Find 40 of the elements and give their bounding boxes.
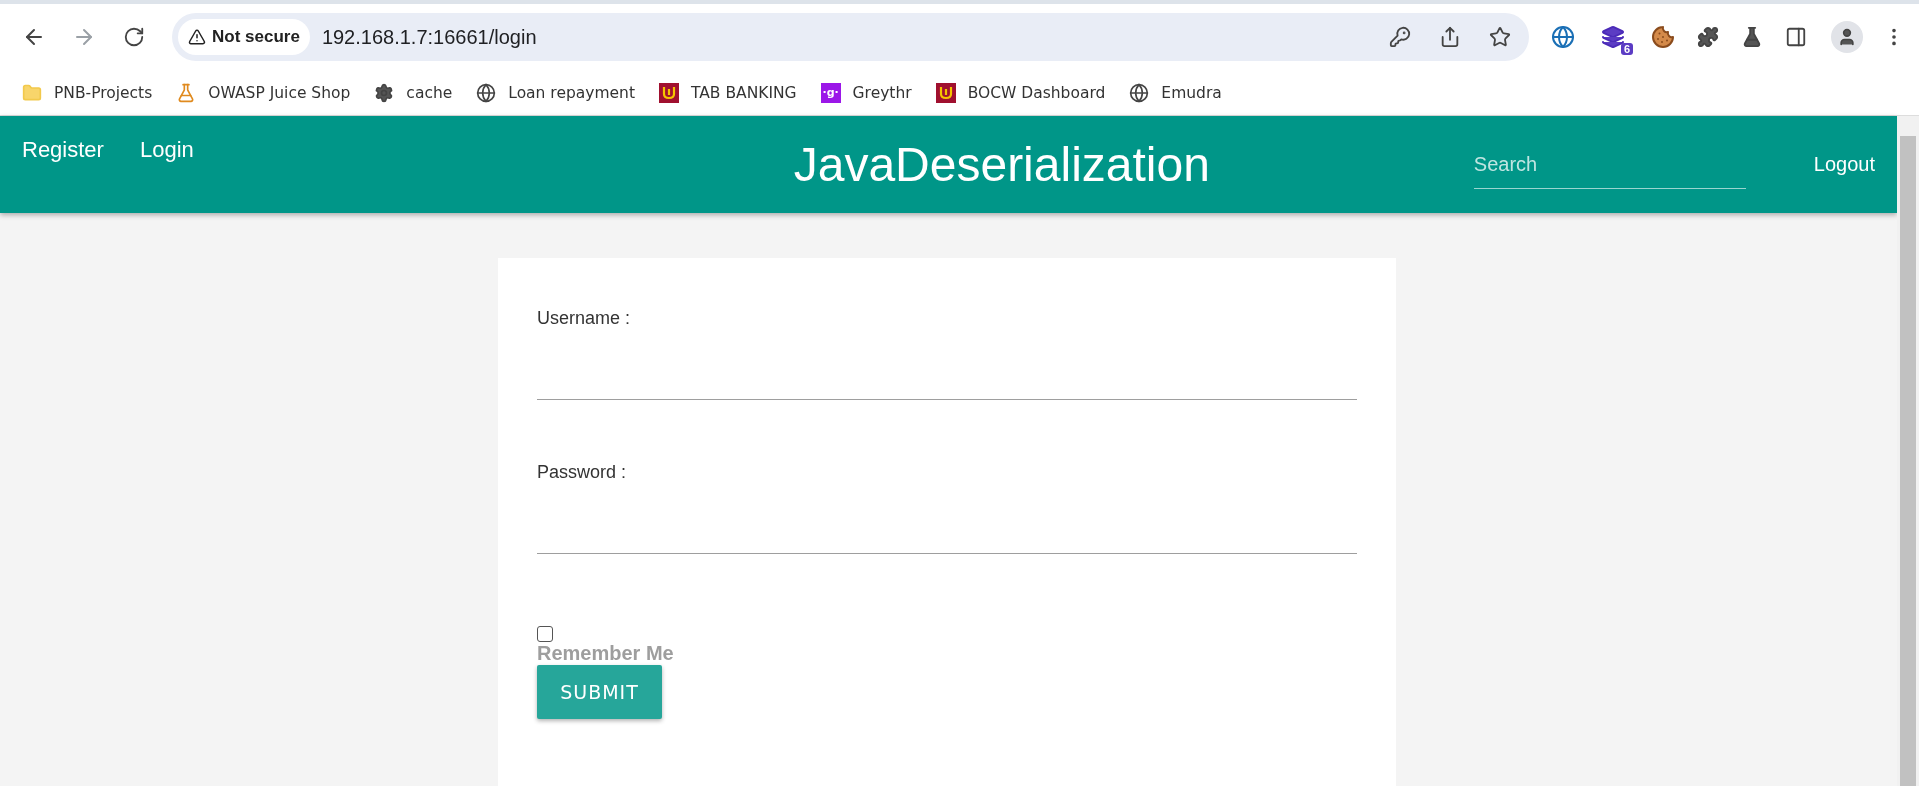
cookie-icon[interactable] <box>1651 25 1675 49</box>
layers-icon[interactable] <box>1601 25 1625 49</box>
remember-label: Remember Me <box>537 642 674 664</box>
globe-icon <box>476 82 497 103</box>
bookmark[interactable]: OWASP Juice Shop <box>176 82 351 103</box>
bookmark[interactable]: Loan repayment <box>476 82 635 103</box>
field-label: Password : <box>537 462 628 483</box>
flask-icon[interactable] <box>1741 26 1763 48</box>
address-bar[interactable]: Not secure 192.168.1.7:16661/login <box>172 13 1529 61</box>
key-icon[interactable] <box>1389 26 1411 48</box>
field-label: Username : <box>537 308 632 329</box>
bookmark[interactable]: BOCW Dashboard <box>935 82 1106 103</box>
reload-icon <box>123 26 145 48</box>
nav-link[interactable]: Register <box>22 137 104 163</box>
bank-logo-icon <box>659 82 679 103</box>
globe-icon[interactable] <box>1551 25 1575 49</box>
bookmark[interactable]: cache <box>374 82 453 103</box>
url-text: 192.168.1.7:16661/login <box>321 25 538 49</box>
security-chip[interactable]: Not secure <box>178 19 310 55</box>
bookmark[interactable]: TAB BANKING <box>659 82 797 103</box>
bookmark[interactable]: Emudra <box>1129 82 1222 103</box>
settings-icon <box>374 82 395 103</box>
star-icon[interactable] <box>1489 26 1511 48</box>
nav-link[interactable]: Login <box>139 137 194 163</box>
bank-logo-icon <box>935 82 956 103</box>
letter-logo: ·g· <box>820 82 841 103</box>
globe-icon <box>1129 82 1150 103</box>
side-panel-icon[interactable] <box>1785 26 1807 48</box>
remember-checkbox[interactable] <box>537 626 553 642</box>
site-title: JavaDeserialization <box>792 137 1211 192</box>
warning-icon <box>188 28 206 46</box>
folder-icon <box>22 82 42 103</box>
bookmark[interactable]: PNB-Projects <box>22 82 153 103</box>
profile-icon[interactable] <box>1831 21 1863 53</box>
share-icon[interactable] <box>1439 26 1461 48</box>
puzzle-icon[interactable] <box>1697 26 1719 48</box>
search-field[interactable]: Search <box>1473 140 1746 189</box>
logout-link[interactable]: Logout <box>1813 153 1875 176</box>
bookmark[interactable]: ·g· Greythr <box>820 82 912 103</box>
extension-badge: 6 <box>1620 43 1633 55</box>
